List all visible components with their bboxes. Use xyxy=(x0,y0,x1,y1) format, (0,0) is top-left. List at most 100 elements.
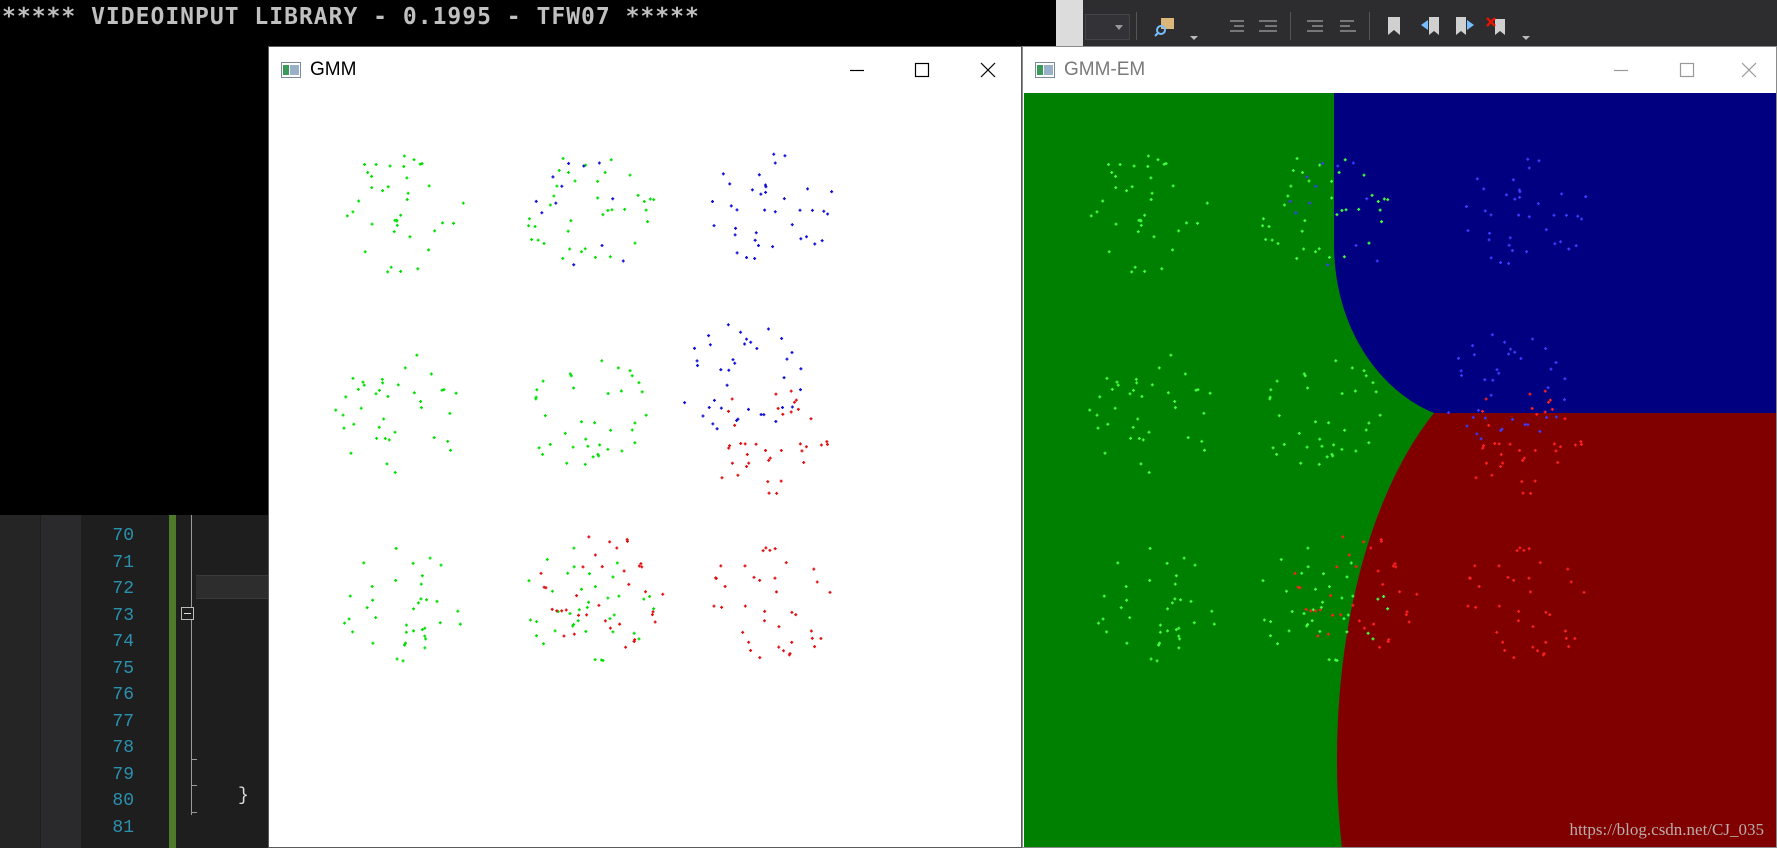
data-point xyxy=(381,189,385,193)
gmm-window[interactable]: GMM xyxy=(268,46,1022,848)
data-point xyxy=(712,398,716,402)
data-point xyxy=(777,625,781,629)
toolbar-combo[interactable] xyxy=(1085,14,1130,40)
toolbar-scrollbar-strip xyxy=(1056,0,1083,50)
data-point xyxy=(612,613,616,617)
bookmark-icon[interactable] xyxy=(1382,14,1406,38)
data-point xyxy=(632,631,636,635)
data-point xyxy=(419,399,423,403)
line-number: 72 xyxy=(112,579,134,599)
data-point xyxy=(782,649,786,653)
data-point xyxy=(441,221,445,225)
data-point xyxy=(767,491,771,495)
data-point xyxy=(785,357,789,361)
data-point xyxy=(628,369,632,373)
maximize-button[interactable] xyxy=(1654,47,1720,93)
line-number: 71 xyxy=(112,552,134,573)
watermark-text: https://blog.csdn.net/CJ_035 xyxy=(1569,820,1764,839)
next-bookmark-icon[interactable] xyxy=(1452,14,1476,38)
outdent-icon[interactable] xyxy=(1223,14,1247,38)
data-point xyxy=(723,584,727,588)
data-point xyxy=(541,452,545,456)
data-point xyxy=(561,157,565,161)
data-point xyxy=(548,203,552,207)
window-title: GMM xyxy=(310,59,357,80)
data-point xyxy=(568,612,572,616)
data-point xyxy=(755,347,759,351)
data-point xyxy=(356,387,360,391)
data-point xyxy=(804,445,808,449)
data-point xyxy=(579,420,583,424)
line-number: 75 xyxy=(112,658,134,679)
region-blue xyxy=(1334,93,1776,413)
data-point xyxy=(763,208,767,212)
line-number: 70 xyxy=(112,526,134,546)
line-number: 77 xyxy=(112,711,134,732)
data-point xyxy=(762,619,766,623)
title-bar[interactable]: GMM xyxy=(269,47,1021,93)
data-point xyxy=(548,442,552,446)
indent-icon[interactable] xyxy=(1256,14,1280,38)
data-point xyxy=(370,186,374,190)
code-editor[interactable] xyxy=(0,515,270,848)
data-point xyxy=(396,383,400,387)
data-point xyxy=(587,535,591,539)
data-point xyxy=(428,556,432,560)
data-point xyxy=(764,190,768,194)
outline-guide xyxy=(191,812,197,813)
data-point xyxy=(734,226,738,230)
close-button[interactable] xyxy=(1716,47,1777,93)
data-point xyxy=(606,447,610,451)
data-point xyxy=(458,622,462,626)
data-point xyxy=(342,426,346,430)
data-point xyxy=(591,455,595,459)
data-point xyxy=(347,617,351,621)
close-button[interactable] xyxy=(955,47,1021,93)
find-in-files-icon[interactable] xyxy=(1153,14,1177,38)
data-point xyxy=(566,571,570,575)
comment-icon[interactable] xyxy=(1302,14,1326,38)
data-point xyxy=(739,330,743,334)
data-point xyxy=(650,613,654,617)
data-point xyxy=(583,247,587,251)
data-point xyxy=(741,630,745,634)
prev-bookmark-icon[interactable] xyxy=(1419,14,1443,38)
clear-bookmarks-icon[interactable] xyxy=(1485,14,1509,38)
data-point xyxy=(362,383,366,387)
data-point xyxy=(539,571,543,575)
data-point xyxy=(567,170,571,174)
data-point xyxy=(550,607,554,611)
data-point xyxy=(799,237,803,241)
data-point xyxy=(707,406,711,410)
data-point xyxy=(761,549,765,553)
title-bar[interactable]: GMM-EM xyxy=(1023,47,1776,93)
collapse-icon[interactable] xyxy=(181,607,194,620)
data-point xyxy=(810,208,814,212)
data-point xyxy=(583,462,587,466)
data-point xyxy=(611,197,615,201)
maximize-button[interactable] xyxy=(889,47,955,93)
minimize-button[interactable] xyxy=(1588,47,1654,93)
data-point xyxy=(569,219,573,223)
data-point xyxy=(343,621,347,625)
data-point xyxy=(561,256,565,260)
data-point xyxy=(395,657,399,661)
data-point xyxy=(721,172,725,176)
dropdown-arrow-icon[interactable] xyxy=(1522,36,1530,40)
data-point xyxy=(415,353,419,357)
data-point xyxy=(752,575,756,579)
dropdown-arrow-icon[interactable] xyxy=(1190,36,1198,40)
uncomment-icon[interactable] xyxy=(1335,14,1359,38)
data-point xyxy=(408,235,412,239)
data-point xyxy=(762,413,766,417)
minimize-icon xyxy=(1614,69,1628,72)
data-point xyxy=(756,244,760,248)
data-point xyxy=(412,391,416,395)
data-point xyxy=(830,190,834,194)
data-point xyxy=(534,634,538,638)
data-point xyxy=(527,579,531,583)
gmm-em-window[interactable]: GMM-EM xyxy=(1022,46,1777,848)
data-point xyxy=(399,213,403,217)
data-point xyxy=(743,604,747,608)
minimize-button[interactable] xyxy=(824,47,890,93)
